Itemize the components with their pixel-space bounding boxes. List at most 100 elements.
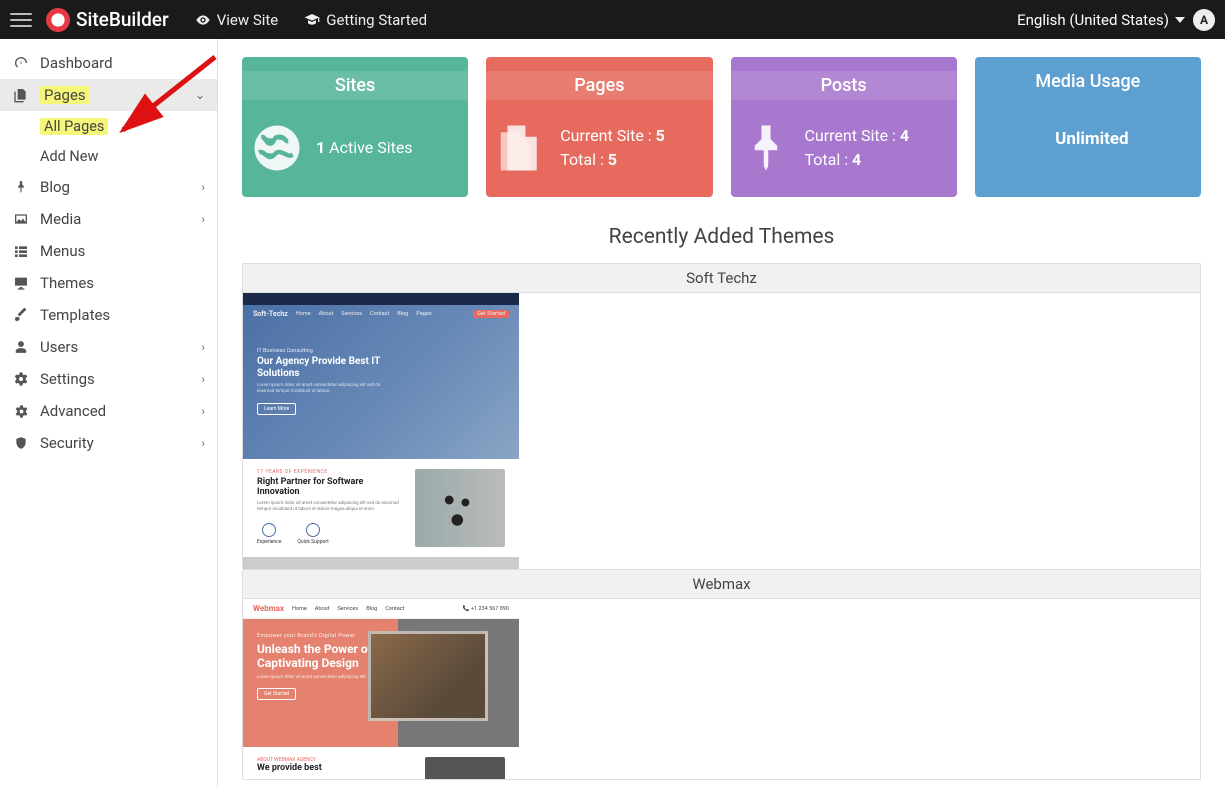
file-icon [494,121,548,175]
sidebar-item-label: Menus [40,242,205,260]
list-icon [12,243,30,259]
pages-current-label: Current Site : [560,126,651,145]
pages-total-val: 5 [608,150,617,169]
theme-card-webmax[interactable]: Webmax Webmax HomeAboutServicesBlogConta… [242,570,1201,780]
sidebar-subitem-add-new[interactable]: Add New [0,141,217,171]
graduation-cap-icon [304,12,320,28]
brush-icon [12,307,30,323]
brand-logo-icon [46,8,70,32]
sidebar-item-label: Settings [40,370,191,388]
eye-icon [195,12,211,28]
thumb-hero-tag: Empower your Brand's Digital Power [257,633,384,639]
language-selector[interactable]: English (United States) [1017,11,1185,29]
gears-icon [12,371,30,387]
getting-started-link[interactable]: Getting Started [304,11,427,29]
getting-started-label: Getting Started [326,11,427,29]
thumb-hero-cta: Learn More [257,403,296,415]
pages-icon [12,87,30,103]
language-label: English (United States) [1017,11,1169,29]
pages-current-val: 5 [656,126,665,145]
media-value: Unlimited [983,127,1201,153]
topbar: SiteBuilder View Site Getting Started En… [0,0,1225,39]
avatar-initial: A [1200,13,1208,27]
monitor-icon [12,275,30,291]
gear-icon [12,404,30,419]
sidebar-item-themes[interactable]: Themes [0,267,217,299]
sidebar-item-label: Security [40,434,191,452]
thumb-body-h2: Right Partner for Software Innovation [257,477,403,497]
hamburger-menu[interactable] [10,9,32,31]
thumb-body-eye: 17 YEARS OF EXPERIENCE [257,469,403,475]
recently-added-themes-title: Recently Added Themes [242,225,1201,249]
sidebar-item-pages[interactable]: Pages ⌄ [0,79,217,111]
thumb-brand: Webmax [253,604,284,613]
thumb-hero-cta: Get Started [257,688,296,700]
sites-active-count: 1 [316,138,325,157]
sidebar-item-label: Blog [40,178,191,196]
gauge-icon [12,55,30,71]
stat-card-media[interactable]: Media Usage Unlimited [975,57,1201,197]
card-title: Sites [242,71,468,100]
user-icon [12,340,30,354]
thumb-hero-h1: Unleash the Power of Captivating Design [257,643,384,671]
chevron-right-icon: › [201,404,205,418]
brand-name: SiteBuilder [76,8,169,31]
main-content: Sites 1 Active Sites Pages Current Site … [218,39,1225,787]
sidebar-item-dashboard[interactable]: Dashboard [0,47,217,79]
theme-thumbnail: Soft-Techz HomeAboutServicesContactBlogP… [243,293,519,569]
pin-icon [12,180,30,194]
stat-card-pages[interactable]: Pages Current Site : 5 Total : 5 [486,57,712,197]
sidebar-item-media[interactable]: Media › [0,203,217,235]
thumb-body-h2: We provide best [257,763,413,773]
sidebar-item-menus[interactable]: Menus [0,235,217,267]
sidebar-item-label: Dashboard [40,54,205,72]
pin-icon [739,121,793,175]
theme-thumbnail: Webmax HomeAboutServicesBlogContact 📞 +1… [243,599,519,779]
sidebar-item-settings[interactable]: Settings › [0,363,217,395]
brand[interactable]: SiteBuilder [46,8,169,32]
sidebar-item-label: Advanced [40,402,191,420]
sidebar-item-label: Users [40,338,191,356]
posts-current-val: 4 [900,126,909,145]
chevron-right-icon: › [201,340,205,354]
pages-total-label: Total : [560,150,604,169]
card-title: Posts [731,71,957,100]
sidebar-item-users[interactable]: Users › [0,331,217,363]
thumb-brand: Soft-Techz [253,310,288,318]
sidebar: Dashboard Pages ⌄ All Pages Add New Blog… [0,39,218,787]
stat-card-posts[interactable]: Posts Current Site : 4 Total : 4 [731,57,957,197]
image-icon [12,211,30,227]
sidebar-item-templates[interactable]: Templates [0,299,217,331]
theme-name: Soft Techz [243,264,1200,293]
posts-total-val: 4 [852,150,861,169]
globe-icon [250,121,304,175]
sidebar-item-label: Templates [40,306,205,324]
sidebar-item-security[interactable]: Security › [0,427,217,459]
view-site-label: View Site [217,11,279,29]
shield-icon [12,436,30,450]
sidebar-subitem-all-pages[interactable]: All Pages [0,111,217,141]
user-avatar[interactable]: A [1193,9,1215,31]
card-title: Pages [486,71,712,100]
view-site-link[interactable]: View Site [195,11,279,29]
sidebar-item-advanced[interactable]: Advanced › [0,395,217,427]
caret-down-icon [1175,17,1185,23]
chevron-right-icon: › [201,436,205,450]
stat-card-sites[interactable]: Sites 1 Active Sites [242,57,468,197]
chevron-right-icon: › [201,180,205,194]
thumb-hero-tag: IT Business Consulting [257,348,387,354]
card-title: Media Usage [975,71,1201,92]
thumb-feat1: Experience [257,539,281,545]
sidebar-item-blog[interactable]: Blog › [0,171,217,203]
thumb-hero-h1: Our Agency Provide Best IT Solutions [257,356,387,379]
sidebar-item-label: Media [40,210,191,228]
theme-card-soft-techz[interactable]: Soft Techz Soft-Techz HomeAboutServicesC… [242,263,1201,570]
theme-name: Webmax [243,570,1200,599]
posts-total-label: Total : [805,150,849,169]
sidebar-subitem-label: All Pages [40,118,108,135]
sidebar-item-label: Pages [40,86,90,104]
sidebar-subitem-label: Add New [40,148,98,165]
sidebar-item-label: Themes [40,274,205,292]
chevron-down-icon: ⌄ [195,88,205,102]
thumb-feat2: Quick Support [297,539,328,545]
